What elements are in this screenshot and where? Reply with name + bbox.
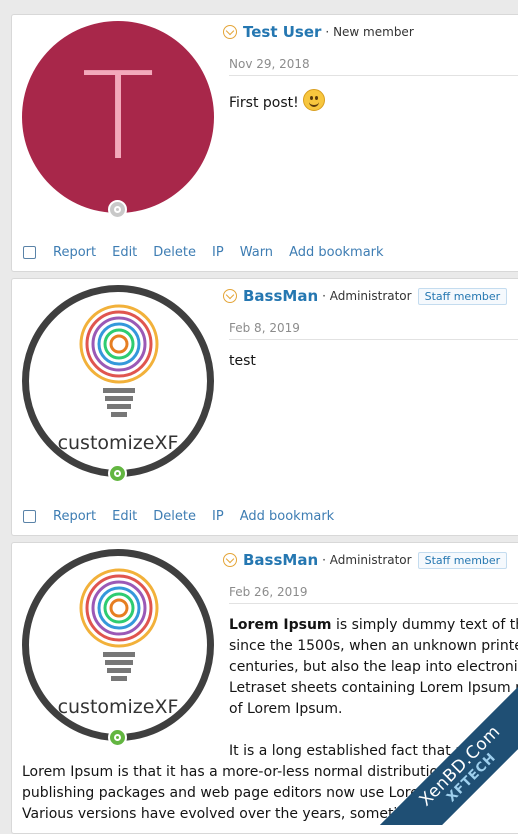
user-avatar[interactable]: customizeXF — [22, 285, 214, 477]
username-link[interactable]: Test User — [243, 23, 321, 41]
ip-link[interactable]: IP — [212, 509, 224, 524]
offline-status-icon — [108, 200, 127, 219]
chevron-down-icon[interactable] — [223, 25, 237, 39]
post-date[interactable]: Feb 8, 2019 — [229, 321, 300, 335]
delete-link[interactable]: Delete — [153, 509, 196, 524]
post-body-paragraph-1: Lorem Ipsum is simply dummy text of the … — [229, 615, 518, 720]
avatar-letter: T — [81, 47, 155, 187]
user-info: BassMan · Administrator Staff member — [223, 551, 508, 569]
avatar-logo-text: customizeXF — [57, 432, 179, 454]
post-body-paragraph-2: Lorem Ipsum is that it has a more-or-les… — [22, 762, 465, 825]
report-link[interactable]: Report — [53, 245, 96, 260]
select-checkbox[interactable] — [23, 510, 36, 523]
post-1: T Test User · New member Nov 29, 2018 Fi… — [11, 14, 518, 272]
warn-link[interactable]: Warn — [240, 245, 273, 260]
delete-link[interactable]: Delete — [153, 245, 196, 260]
post-body: test — [229, 353, 256, 369]
text-line: centuries, but also the leap into electr… — [229, 659, 518, 675]
staff-badge: Staff member — [417, 551, 508, 569]
smile-emoji-icon — [302, 89, 325, 111]
add-bookmark-link[interactable]: Add bookmark — [289, 245, 384, 260]
online-status-icon — [108, 464, 127, 483]
chevron-down-icon[interactable] — [223, 289, 237, 303]
edit-link[interactable]: Edit — [112, 509, 137, 524]
bold-text: Lorem Ipsum — [229, 617, 332, 633]
post-body: First post! — [229, 89, 325, 111]
username-link[interactable]: BassMan — [243, 551, 318, 569]
user-title: · Administrator — [322, 289, 412, 303]
divider — [229, 603, 518, 604]
user-title: · Administrator — [322, 553, 412, 567]
ip-link[interactable]: IP — [212, 245, 224, 260]
chevron-down-icon[interactable] — [223, 553, 237, 567]
text-line: publishing packages and web page editors… — [22, 785, 442, 801]
user-title: · New member — [325, 25, 414, 39]
select-checkbox[interactable] — [23, 246, 36, 259]
online-status-icon — [108, 728, 127, 747]
user-info: Test User · New member — [223, 23, 414, 41]
post-actions: Report Edit Delete IP Add bookmark — [23, 509, 350, 524]
avatar-logo-text: customizeXF — [57, 696, 179, 718]
username-link[interactable]: BassMan — [243, 287, 318, 305]
text-line: of Lorem Ipsum. — [229, 701, 343, 717]
user-avatar[interactable]: customizeXF — [22, 549, 214, 741]
text-line: Lorem Ipsum is that it has a more-or-les… — [22, 764, 465, 780]
report-link[interactable]: Report — [53, 509, 96, 524]
text-line: Letraset sheets containing Lorem Ipsum p… — [229, 680, 518, 696]
staff-badge: Staff member — [417, 287, 508, 305]
text-line: is simply dummy text of the p — [335, 617, 518, 633]
post-actions: Report Edit Delete IP Warn Add bookmark — [23, 245, 400, 260]
post-3: customizeXF BassMan · Administrator Staf… — [11, 542, 518, 834]
post-body-paragraph-2-first-line: It is a long established fact that a r — [229, 743, 474, 759]
post-date[interactable]: Feb 26, 2019 — [229, 585, 308, 599]
user-info: BassMan · Administrator Staff member — [223, 287, 508, 305]
user-avatar[interactable]: T — [22, 21, 214, 213]
divider — [229, 75, 518, 76]
edit-link[interactable]: Edit — [112, 245, 137, 260]
text-line: since the 1500s, when an unknown printer… — [229, 638, 518, 654]
divider — [229, 339, 518, 340]
add-bookmark-link[interactable]: Add bookmark — [240, 509, 335, 524]
post-date[interactable]: Nov 29, 2018 — [229, 57, 310, 71]
post-2: customizeXF BassMan · Administrator Staf… — [11, 278, 518, 536]
text-line: Various versions have evolved over the y… — [22, 806, 427, 822]
